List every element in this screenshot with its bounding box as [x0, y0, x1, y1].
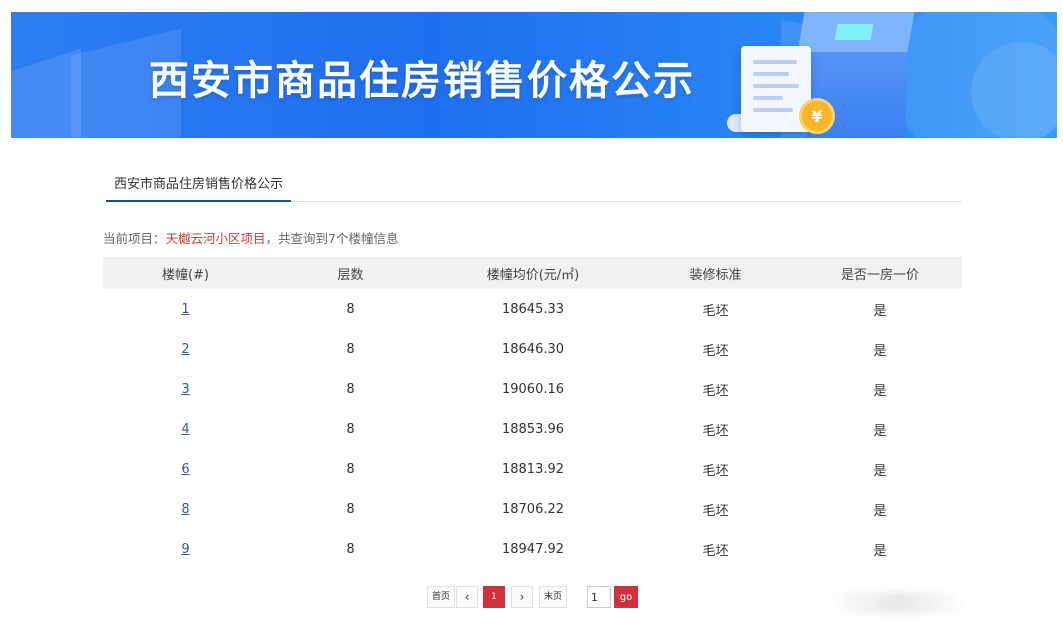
project-name: 天樾云河小区项目 — [165, 231, 266, 246]
one-price-cell: 是 — [873, 303, 887, 319]
info-prefix: 当前项目： — [103, 231, 166, 246]
table-row: 1 8 18645.33 毛坯 是 — [103, 289, 962, 329]
page-number-input[interactable] — [587, 586, 611, 608]
building-link[interactable]: 3 — [181, 382, 189, 397]
decoration-cell: 毛坯 — [702, 423, 729, 439]
tab-bar: 西安市商品住房销售价格公示 — [106, 172, 962, 202]
next-page-button[interactable]: › — [511, 586, 533, 608]
column-header-floors: 层数 — [268, 257, 433, 289]
price-cell: 18947.92 — [501, 541, 565, 557]
price-cell: 18813.92 — [501, 461, 565, 477]
banner-title: 西安市商品住房销售价格公示 — [149, 58, 695, 104]
column-header-decoration: 装修标准 — [633, 257, 798, 289]
table-row: 6 8 18813.92 毛坯 是 — [103, 449, 962, 489]
one-price-cell: 是 — [873, 503, 887, 519]
last-page-button[interactable]: 末页 — [539, 586, 568, 608]
table-row: 9 8 18947.92 毛坯 是 — [103, 529, 962, 569]
table-row: 8 8 18706.22 毛坯 是 — [103, 489, 962, 529]
floors-cell: 8 — [346, 381, 355, 397]
table-header-row: 楼幢(#) 层数 楼幢均价(元/㎡) 装修标准 是否一房一价 — [103, 257, 962, 289]
price-cell: 19060.16 — [501, 381, 565, 397]
header-banner: ¥ 西安市商品住房销售价格公示 — [11, 12, 1057, 138]
building-link[interactable]: 6 — [181, 462, 189, 477]
go-button[interactable]: go — [614, 586, 638, 608]
decoration-cell: 毛坯 — [702, 343, 729, 359]
decoration-cell: 毛坯 — [702, 303, 729, 319]
table-row: 2 8 18646.30 毛坯 是 — [103, 329, 962, 369]
first-page-button[interactable]: 首页 — [427, 586, 456, 608]
decoration-cell: 毛坯 — [702, 543, 729, 559]
one-price-cell: 是 — [873, 343, 887, 359]
floors-cell: 8 — [346, 421, 355, 437]
column-header-building: 楼幢(#) — [103, 257, 268, 289]
building-link[interactable]: 4 — [181, 422, 189, 437]
decoration-cell: 毛坯 — [702, 503, 729, 519]
one-price-cell: 是 — [873, 543, 887, 559]
decoration-cell: 毛坯 — [702, 383, 729, 399]
price-cell: 18706.22 — [501, 501, 565, 517]
floors-cell: 8 — [346, 461, 355, 477]
one-price-cell: 是 — [873, 423, 887, 439]
building-link[interactable]: 8 — [181, 502, 189, 517]
building-roof-illustration — [797, 12, 915, 52]
floors-cell: 8 — [346, 501, 355, 517]
floors-cell: 8 — [346, 541, 355, 557]
table-row: 3 8 19060.16 毛坯 是 — [103, 369, 962, 409]
building-price-table: 楼幢(#) 层数 楼幢均价(元/㎡) 装修标准 是否一房一价 1 8 18645… — [103, 257, 962, 569]
floors-cell: 8 — [346, 341, 355, 357]
price-cell: 18645.33 — [501, 301, 565, 317]
page-1-button[interactable]: 1 — [483, 586, 505, 608]
table-row: 4 8 18853.96 毛坯 是 — [103, 409, 962, 449]
one-price-cell: 是 — [873, 463, 887, 479]
info-suffix: ，共查询到7个楼幢信息 — [265, 231, 399, 246]
price-cell: 18853.96 — [501, 421, 565, 437]
one-price-cell: 是 — [873, 383, 887, 399]
building-link[interactable]: 9 — [181, 542, 189, 557]
tab-price-notice[interactable]: 西安市商品住房销售价格公示 — [106, 172, 292, 202]
yuan-coin-icon: ¥ — [799, 98, 835, 134]
decoration-cell: 毛坯 — [702, 463, 729, 479]
floors-cell: 8 — [346, 301, 355, 317]
column-header-one-price: 是否一房一价 — [798, 257, 962, 289]
column-header-avg-price: 楼幢均价(元/㎡) — [433, 257, 633, 289]
building-link[interactable]: 2 — [181, 342, 189, 357]
watermark — [826, 592, 970, 614]
project-info: 当前项目：天樾云河小区项目，共查询到7个楼幢信息 — [103, 228, 399, 247]
price-cell: 18646.30 — [501, 341, 565, 357]
building-link[interactable]: 1 — [181, 302, 189, 317]
prev-page-button[interactable]: ‹ — [456, 586, 478, 608]
